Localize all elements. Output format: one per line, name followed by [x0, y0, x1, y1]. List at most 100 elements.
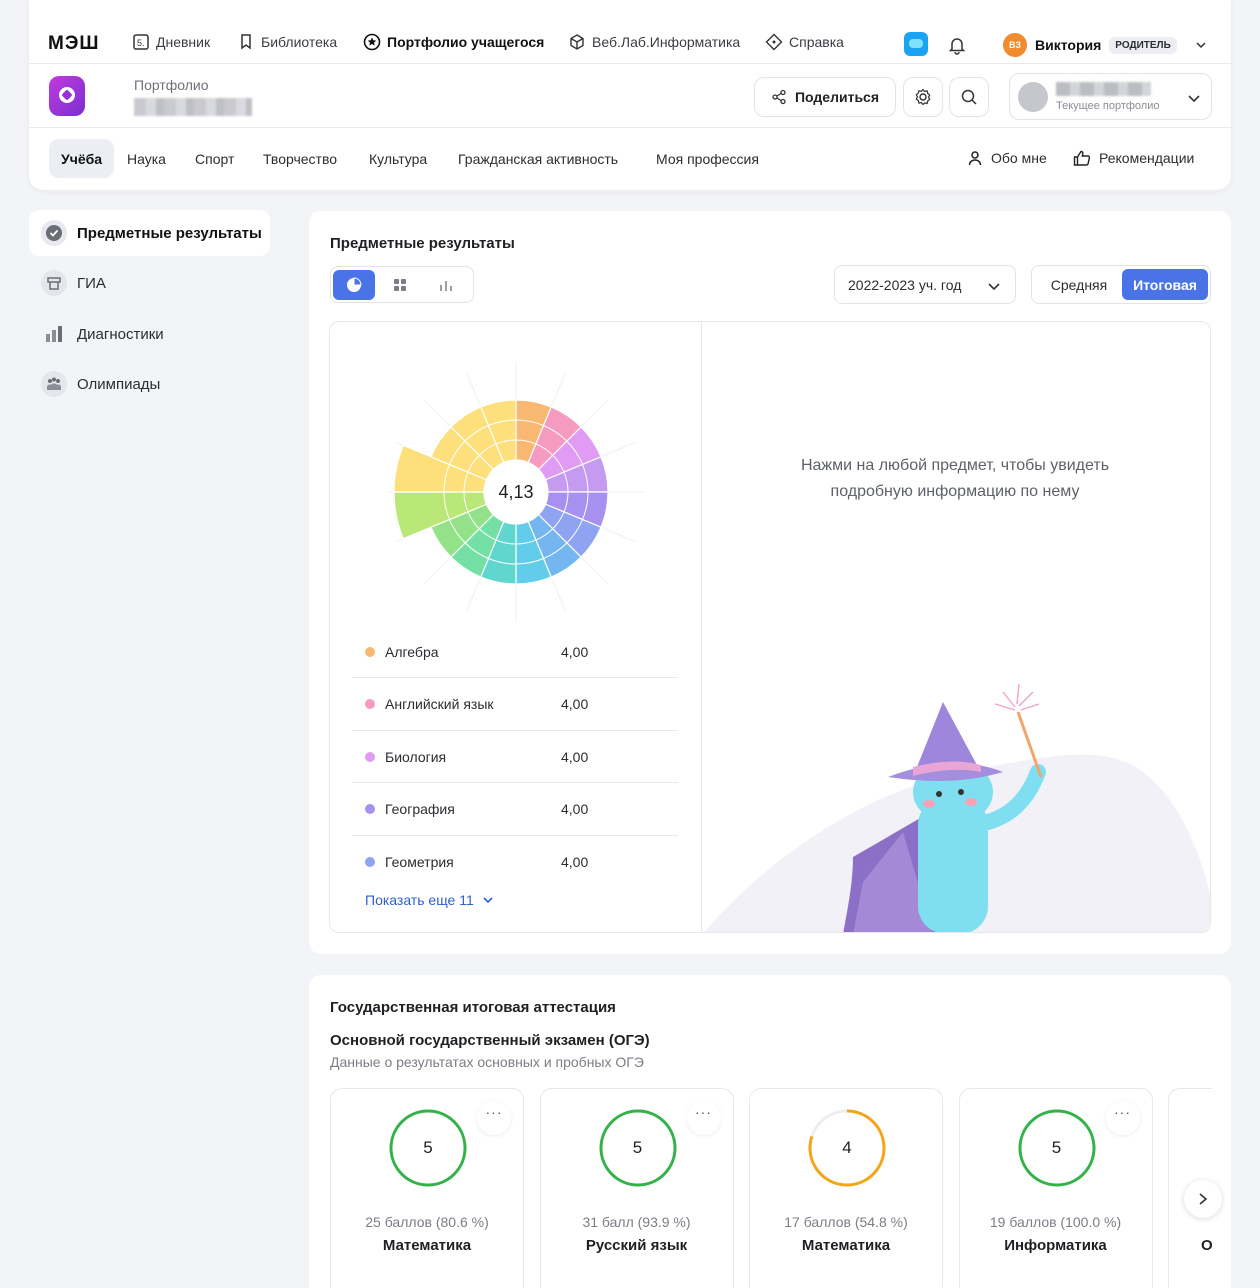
user-menu[interactable]: ВЗ Виктория РОДИТЕЛЬ [1003, 33, 1207, 57]
tab-sport[interactable]: Спорт [183, 139, 246, 178]
portfolio-row: Портфолио Поделиться Текущее портфолио [29, 64, 1231, 128]
subject-rose-chart[interactable]: 4,13 [360, 342, 672, 642]
chevron-down-icon [988, 283, 1000, 291]
sidebar-item-label: ГИА [77, 274, 106, 292]
top-nav: МЭШ 5. Дневник Библиотека Портфолио учащ… [29, 0, 1231, 64]
exam-subject: Математика [801, 1237, 891, 1254]
diary-icon: 5. [133, 34, 149, 50]
search-button[interactable] [949, 77, 989, 117]
chevron-down-icon [1196, 42, 1206, 49]
user-name: Виктория [1035, 37, 1102, 53]
exam-card[interactable]: ··· 5 31 балл (93.9 %) Русский язык [539, 1088, 734, 1288]
nav-library[interactable]: Библиотека [237, 33, 337, 51]
exam-card[interactable]: 4 17 баллов (54.8 %) Математика [749, 1088, 943, 1288]
subject-results-panel: 4,13 Алгебра 4,00 Английский язык 4,00 Биоло… [329, 321, 1211, 933]
share-icon [772, 89, 786, 105]
subject-row[interactable]: Алгебра 4,00 [352, 626, 678, 678]
exam-grade: 5 [1051, 1138, 1062, 1157]
exam-grade: 4 [842, 1138, 852, 1157]
sidebar-item-label: Олимпиады [77, 375, 161, 393]
subject-row[interactable]: Биология 4,00 [352, 731, 678, 783]
bar-chart-icon [41, 321, 67, 347]
nav-portfolio[interactable]: Портфолио учащегося [363, 33, 544, 51]
exam-card[interactable]: ··· 5 19 баллов (100.0 %) Информатика [958, 1088, 1153, 1288]
portfolio-title: Портфолио [134, 77, 209, 93]
exam-grade: 5 [632, 1138, 643, 1157]
more-options-button[interactable]: ··· [1106, 1101, 1140, 1135]
year-select[interactable]: 2022-2023 уч. год [834, 265, 1016, 304]
sidebar-item-subject-results[interactable]: Предметные результаты [29, 210, 270, 256]
portfolio-owner-blurred [1056, 82, 1151, 96]
top-header-card: МЭШ 5. Дневник Библиотека Портфолио учащ… [29, 0, 1231, 190]
subject-name: Алгебра [385, 643, 439, 660]
gia-card: Государственная итоговая аттестация Осно… [309, 975, 1231, 1288]
tab-science[interactable]: Наука [115, 139, 178, 178]
sidebar-item-olympiads[interactable]: Олимпиады [29, 361, 270, 407]
more-options-button[interactable]: ··· [477, 1101, 511, 1135]
view-tiles-button[interactable] [379, 270, 421, 300]
tab-civic[interactable]: Гражданская активность [446, 139, 630, 178]
current-portfolio-label: Текущее портфолио [1056, 100, 1160, 112]
cube-icon [570, 34, 584, 50]
more-options-button[interactable]: ··· [687, 1101, 721, 1135]
segment-final[interactable]: Итоговая [1122, 269, 1208, 300]
role-badge: РОДИТЕЛЬ [1109, 36, 1177, 54]
tab-study[interactable]: Учёба [49, 139, 115, 178]
subject-results-card: Предметные результаты 2022-2023 уч. год … [309, 211, 1231, 954]
share-label: Поделиться [794, 89, 880, 105]
gia-icon [41, 270, 67, 296]
subject-name: Геометрия [385, 854, 454, 870]
nav-weblab-label: Веб.Лаб.Информатика [592, 34, 741, 50]
tab-creativity[interactable]: Творчество [251, 139, 349, 178]
sidebar-item-diagnostics[interactable]: Диагностики [29, 311, 270, 357]
average-grade: 4,13 [498, 482, 533, 502]
subject-row[interactable]: Английский язык 4,00 [352, 679, 678, 731]
subject-grade: 4,00 [561, 696, 589, 712]
nav-diary[interactable]: 5. Дневник [132, 33, 210, 51]
segment-average[interactable]: Средняя [1036, 269, 1122, 300]
show-more-link[interactable]: Показать еще 11 [365, 892, 494, 908]
wizard-illustration [704, 683, 1210, 932]
subject-row[interactable]: Геометрия 4,00 [352, 836, 678, 888]
subject-row[interactable]: География 4,00 [352, 784, 678, 836]
view-bars-button[interactable] [425, 270, 467, 300]
exam-card[interactable]: ··· 5 25 баллов (80.6 %) Математика [330, 1088, 524, 1288]
about-me-link[interactable]: Обо мне [967, 150, 1047, 166]
bell-icon[interactable] [947, 35, 967, 55]
view-pie-button[interactable] [333, 270, 375, 300]
chevron-down-icon [483, 897, 493, 904]
sidebar-item-gia[interactable]: ГИА [29, 260, 270, 306]
mesh-logo[interactable]: МЭШ [48, 33, 99, 55]
hint-text: Нажми на любой предмет, чтобы увидеть по… [800, 457, 1110, 500]
subject-name: Английский язык [385, 696, 494, 712]
subject-results-title: Предметные результаты [330, 235, 515, 252]
search-icon [961, 89, 977, 105]
bar-chart-icon [440, 281, 452, 291]
settings-button[interactable] [903, 77, 943, 117]
nav-library-label: Библиотека [261, 34, 338, 50]
gia-title: Государственная итоговая аттестация [330, 999, 616, 1016]
chevron-right-icon [1199, 1193, 1208, 1205]
tab-culture[interactable]: Культура [357, 139, 439, 178]
check-circle-icon [41, 220, 67, 246]
exam-subject: Математика [382, 1237, 472, 1254]
exam-score: 19 баллов (100.0 %) [989, 1214, 1122, 1230]
nav-help[interactable]: Справка [765, 33, 844, 51]
recommendations-link[interactable]: Рекомендации [1073, 150, 1194, 166]
share-button[interactable]: Поделиться [754, 77, 896, 117]
gear-icon [915, 88, 931, 106]
help-diamond-icon [765, 33, 783, 51]
about-me-label: Обо мне [991, 150, 1047, 166]
nav-weblab[interactable]: Веб.Лаб.Информатика [568, 33, 740, 51]
tab-profession[interactable]: Моя профессия [644, 139, 771, 178]
chat-icon[interactable] [904, 32, 928, 56]
subject-list-panel: 4,13 Алгебра 4,00 Английский язык 4,00 Биоло… [330, 322, 702, 932]
nav-portfolio-label: Портфолио учащегося [387, 34, 545, 50]
current-portfolio-select[interactable]: Текущее портфолио [1009, 73, 1212, 120]
pie-chart-icon [347, 277, 362, 292]
portfolio-logo [49, 76, 85, 116]
carousel-next-button[interactable] [1184, 1180, 1222, 1218]
oge-description: Данные о результатах основных и пробных … [330, 1054, 644, 1070]
subject-grade: 4,00 [561, 748, 589, 765]
exam-score: 25 баллов (80.6 %) [365, 1214, 489, 1230]
